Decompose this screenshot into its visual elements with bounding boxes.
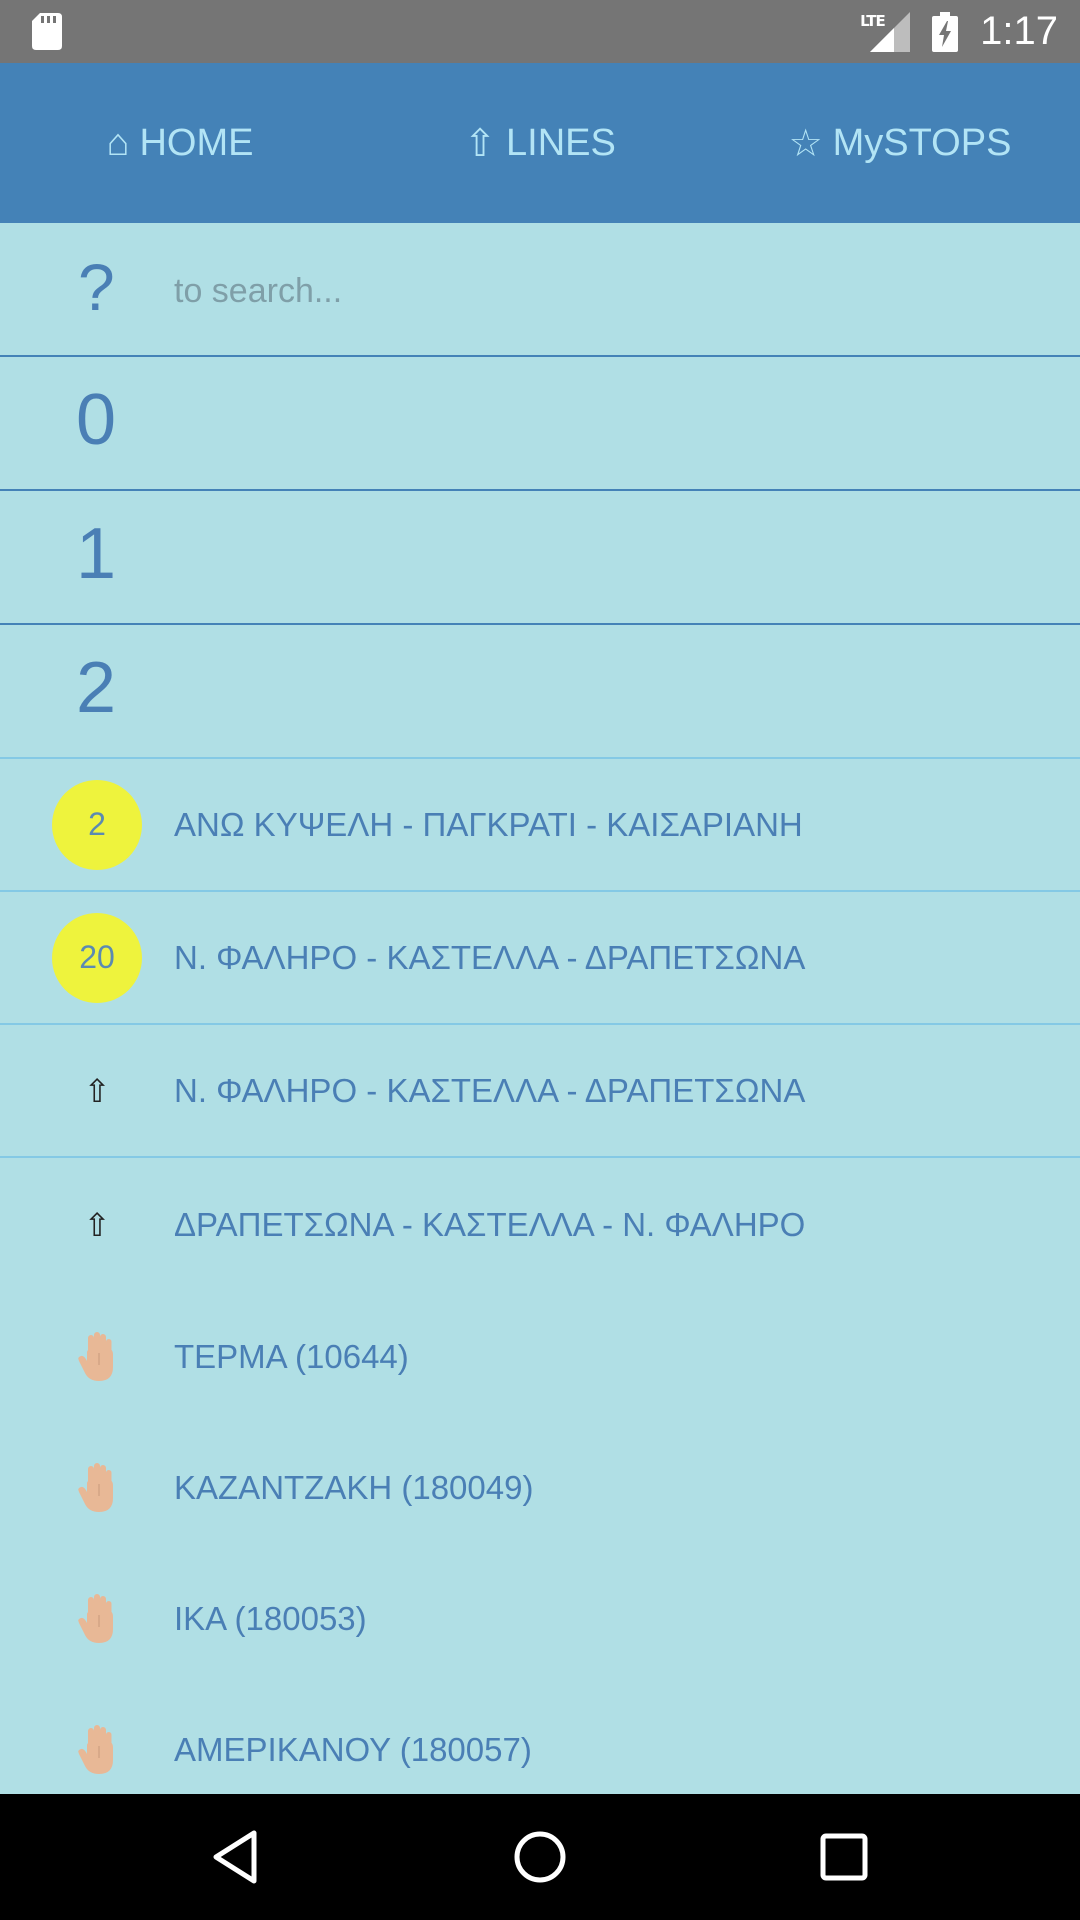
content-list[interactable]: ? 0 1 2 2 ΑΝΩ ΚΥΨΕΛΗ - ΠΑΓΚΡΑΤΙ - ΚΑΙΣΑΡ… bbox=[0, 223, 1080, 1794]
tab-home-label: HOME bbox=[139, 121, 254, 164]
route-name: Ν. ΦΑΛΗΡΟ - ΚΑΣΤΕΛΛΑ - ΔΡΑΠΕΤΣΩΝΑ bbox=[174, 1071, 806, 1109]
line-number-badge: 2 bbox=[52, 779, 142, 870]
search-row: ? bbox=[0, 223, 1080, 357]
home-circle-icon[interactable] bbox=[510, 1827, 570, 1887]
stop-item[interactable]: ΙΚΑ (180053) bbox=[0, 1553, 1080, 1684]
stop-icon-slot bbox=[52, 1443, 142, 1533]
lte-signal-icon: LTE bbox=[860, 11, 911, 52]
route-item[interactable]: ⇧ ΔΡΑΠΕΤΣΩΝΑ - ΚΑΣΤΕΛΛΑ - Ν. ΦΑΛΗΡΟ bbox=[0, 1158, 1080, 1291]
route-name: ΔΡΑΠΕΤΣΩΝΑ - ΚΑΣΤΕΛΛΑ - Ν. ΦΑΛΗΡΟ bbox=[174, 1205, 806, 1243]
tab-home[interactable]: ⌂ HOME bbox=[0, 63, 360, 223]
recents-square-icon[interactable] bbox=[814, 1827, 874, 1887]
section-header-0[interactable]: 0 bbox=[0, 357, 1080, 491]
clock: 1:17 bbox=[980, 9, 1058, 53]
stop-icon-slot bbox=[52, 1312, 142, 1402]
route-icon-slot: ⇧ bbox=[52, 1180, 142, 1270]
stop-name: ΚΑΖΑΝΤΖΑΚΗ (180049) bbox=[174, 1468, 534, 1506]
top-nav-bar: ⌂ HOME ⇧ LINES ☆ MySTOPS bbox=[0, 63, 1080, 223]
line-number-badge: 20 bbox=[52, 912, 142, 1003]
route-icon-slot: ⇧ bbox=[52, 1046, 142, 1136]
raised-hand-icon bbox=[78, 1462, 113, 1512]
section-number: 1 bbox=[76, 514, 117, 594]
route-item[interactable]: ⇧ Ν. ΦΑΛΗΡΟ - ΚΑΣΤΕΛΛΑ - ΔΡΑΠΕΤΣΩΝΑ bbox=[0, 1025, 1080, 1158]
home-icon: ⌂ bbox=[106, 121, 130, 164]
direction-arrow-icon: ⇧ bbox=[83, 1071, 111, 1110]
tab-lines[interactable]: ⇧ LINES bbox=[360, 63, 720, 223]
stop-item[interactable]: ΚΑΖΑΝΤΖΑΚΗ (180049) bbox=[0, 1422, 1080, 1553]
section-header-1[interactable]: 1 bbox=[0, 491, 1080, 625]
raised-hand-icon bbox=[78, 1331, 113, 1381]
stop-name: ΙΚΑ (180053) bbox=[174, 1599, 367, 1637]
sd-card-icon bbox=[32, 13, 62, 50]
line-item[interactable]: 2 ΑΝΩ ΚΥΨΕΛΗ - ΠΑΓΚΡΑΤΙ - ΚΑΙΣΑΡΙΑΝΗ bbox=[0, 759, 1080, 892]
stop-icon-slot bbox=[52, 1574, 142, 1664]
raised-hand-icon bbox=[78, 1724, 113, 1774]
tab-mystops-label: MySTOPS bbox=[832, 121, 1012, 164]
direction-arrow-icon: ⇧ bbox=[83, 1205, 111, 1244]
stop-item[interactable]: ΤΕΡΜΑ (10644) bbox=[0, 1291, 1080, 1422]
line-name: ΑΝΩ ΚΥΨΕΛΗ - ΠΑΓΚΡΑΤΙ - ΚΑΙΣΑΡΙΑΝΗ bbox=[174, 805, 803, 843]
tab-mystops[interactable]: ☆ MySTOPS bbox=[720, 63, 1080, 223]
star-icon: ☆ bbox=[788, 122, 823, 165]
search-input[interactable] bbox=[174, 263, 1034, 319]
section-number: 2 bbox=[76, 648, 117, 728]
line-badge-slot: 2 bbox=[52, 779, 142, 870]
back-icon[interactable] bbox=[206, 1827, 266, 1887]
tab-lines-label: LINES bbox=[506, 121, 616, 164]
stop-item[interactable]: ΑΜΕΡΙΚΑΝΟΥ (180057) bbox=[0, 1684, 1080, 1794]
battery-charging-icon bbox=[932, 11, 959, 52]
line-name: Ν. ΦΑΛΗΡΟ - ΚΑΣΤΕΛΛΑ - ΔΡΑΠΕΤΣΩΝΑ bbox=[174, 938, 806, 976]
section-header-2[interactable]: 2 bbox=[0, 625, 1080, 759]
stop-name: ΤΕΡΜΑ (10644) bbox=[174, 1337, 409, 1375]
raised-hand-icon bbox=[78, 1593, 113, 1643]
system-nav-bar bbox=[0, 1794, 1080, 1920]
line-item[interactable]: 20 Ν. ΦΑΛΗΡΟ - ΚΑΣΤΕΛΛΑ - ΔΡΑΠΕΤΣΩΝΑ bbox=[0, 892, 1080, 1025]
question-mark-icon: ? bbox=[78, 250, 115, 324]
stop-name: ΑΜΕΡΙΚΑΝΟΥ (180057) bbox=[174, 1730, 532, 1768]
status-bar: LTE 1:17 bbox=[0, 0, 1080, 63]
up-arrow-icon: ⇧ bbox=[464, 122, 496, 165]
stop-icon-slot bbox=[52, 1705, 142, 1795]
section-number: 0 bbox=[76, 380, 117, 460]
line-badge-slot: 20 bbox=[52, 912, 142, 1003]
